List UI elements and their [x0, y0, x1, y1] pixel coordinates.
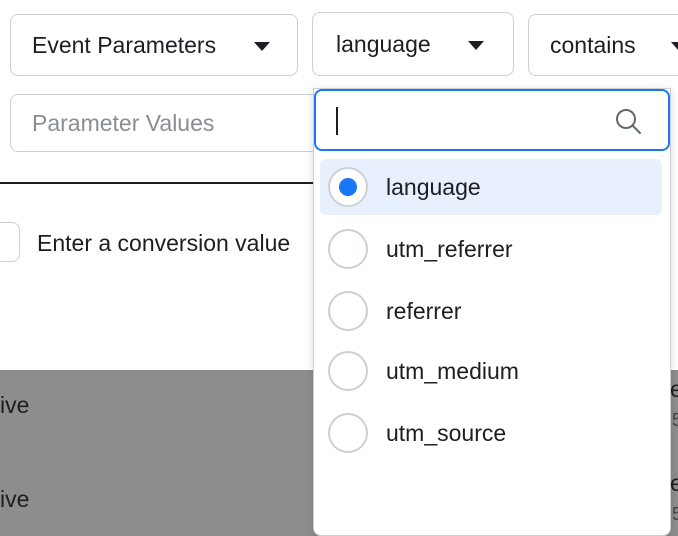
- option-utm-referrer[interactable]: utm_referrer: [320, 221, 662, 277]
- caret-down-icon: [254, 42, 270, 51]
- parameter-dropdown[interactable]: language: [312, 12, 514, 76]
- conversion-value-checkbox[interactable]: [0, 222, 20, 262]
- parameter-label: language: [336, 30, 431, 57]
- parameter-dropdown-menu: language utm_referrer referrer utm_mediu…: [313, 88, 671, 536]
- text-cursor: [336, 107, 338, 135]
- background-row-subtext: 5: [672, 504, 678, 524]
- background-row-text: ive: [0, 486, 30, 512]
- option-label: referrer: [386, 297, 462, 324]
- radio-icon: [328, 291, 368, 331]
- option-language[interactable]: language: [320, 159, 662, 215]
- option-utm-source[interactable]: utm_source: [320, 405, 662, 461]
- section-divider: [0, 182, 314, 184]
- search-icon: [616, 109, 641, 134]
- background-row-text: e: [670, 376, 678, 402]
- option-label: utm_medium: [386, 357, 519, 384]
- option-label: utm_referrer: [386, 235, 513, 262]
- option-label: utm_source: [386, 419, 507, 446]
- radio-icon: [328, 229, 368, 269]
- radio-icon: [328, 413, 368, 453]
- caret-down-icon: [468, 41, 484, 50]
- radio-selected-icon: [328, 167, 368, 207]
- conversion-value-label: Enter a conversion value: [37, 230, 291, 256]
- option-referrer[interactable]: referrer: [320, 283, 662, 339]
- operator-dropdown[interactable]: contains: [528, 14, 678, 76]
- background-row-text: e: [670, 470, 678, 496]
- parameter-search-input[interactable]: [314, 89, 670, 151]
- option-label: language: [386, 173, 481, 200]
- radio-icon: [328, 351, 368, 391]
- option-utm-medium[interactable]: utm_medium: [320, 343, 662, 399]
- background-row-text: ive: [0, 392, 30, 418]
- caret-down-icon: [671, 42, 678, 51]
- background-row-subtext: 5: [672, 410, 678, 430]
- event-parameters-label: Event Parameters: [32, 31, 217, 58]
- operator-label: contains: [550, 31, 636, 58]
- event-parameters-dropdown[interactable]: Event Parameters: [10, 14, 298, 76]
- parameter-values-placeholder: Parameter Values: [32, 109, 215, 136]
- parameter-values-input[interactable]: Parameter Values: [10, 94, 330, 152]
